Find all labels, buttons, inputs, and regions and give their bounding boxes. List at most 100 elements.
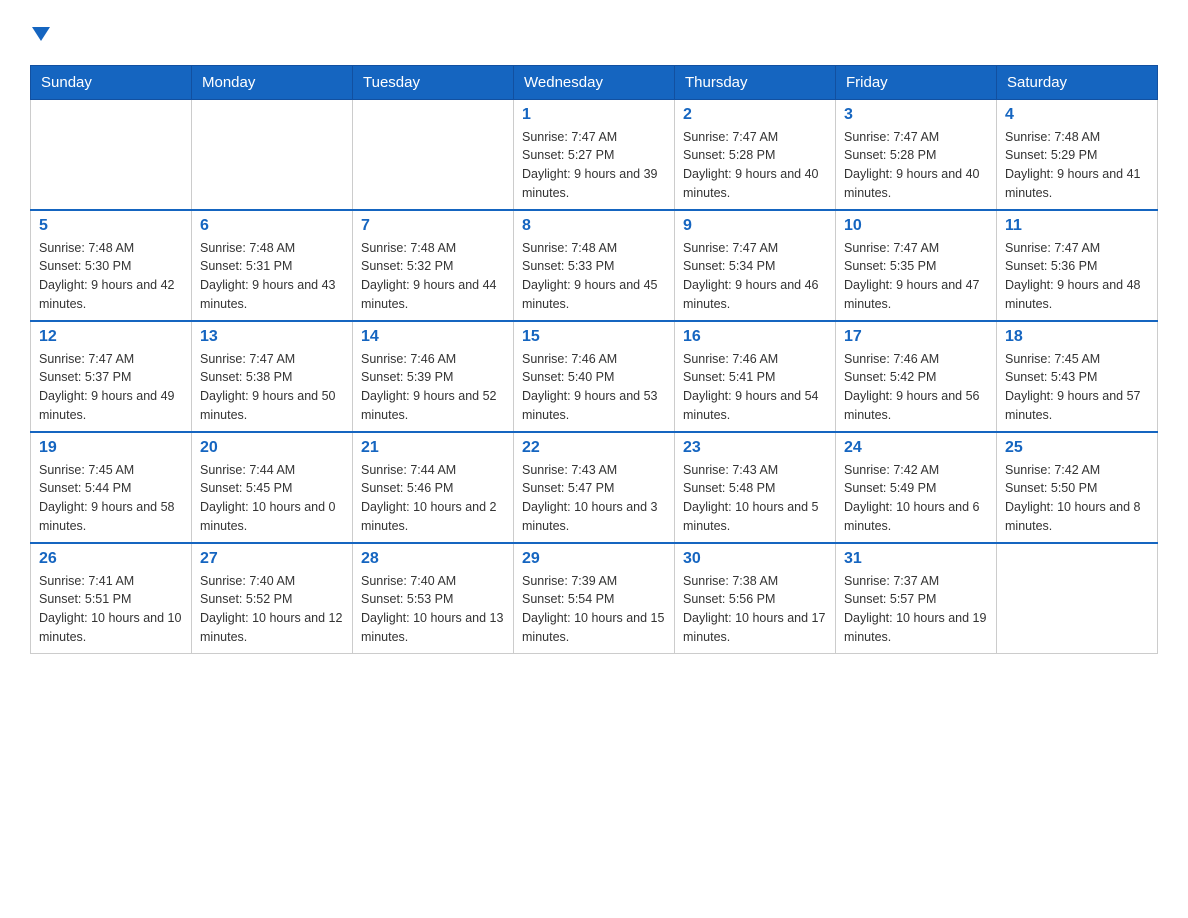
day-info: Sunrise: 7:38 AM Sunset: 5:56 PM Dayligh… bbox=[683, 572, 827, 647]
calendar-cell: 29 Sunrise: 7:39 AM Sunset: 5:54 PM Dayli… bbox=[514, 543, 675, 654]
day-info: Sunrise: 7:48 AM Sunset: 5:29 PM Dayligh… bbox=[1005, 128, 1149, 203]
day-number: 26 bbox=[39, 550, 183, 568]
calendar-cell: 7 Sunrise: 7:48 AM Sunset: 5:32 PM Daylig… bbox=[353, 210, 514, 321]
calendar-cell: 8Sunrise: 7:48 AM Sunset: 5:33 PM Daylig… bbox=[514, 210, 675, 321]
day-number: 19 bbox=[39, 439, 183, 457]
calendar-cell: 1 Sunrise: 7:47 AM Sunset: 5:27 PM Daylig… bbox=[514, 99, 675, 210]
calendar-cell: 24 Sunrise: 7:42 AM Sunset: 5:49 PM Dayli… bbox=[836, 432, 997, 543]
day-info: Sunrise: 7:47 AM Sunset: 5:34 PM Dayligh… bbox=[683, 239, 827, 314]
day-info: Sunrise: 7:41 AM Sunset: 5:51 PM Dayligh… bbox=[39, 572, 183, 647]
calendar-header-monday: Monday bbox=[192, 65, 353, 99]
day-number: 6 bbox=[200, 217, 344, 235]
day-info: Sunrise: 7:47 AM Sunset: 5:38 PM Dayligh… bbox=[200, 350, 344, 425]
calendar-cell: 15 Sunrise: 7:46 AM Sunset: 5:40 PM Dayli… bbox=[514, 321, 675, 432]
calendar-header-tuesday: Tuesday bbox=[353, 65, 514, 99]
day-number: 24 bbox=[844, 439, 988, 457]
calendar-cell bbox=[192, 99, 353, 210]
day-number: 17 bbox=[844, 328, 988, 346]
day-number: 13 bbox=[200, 328, 344, 346]
day-number: 29 bbox=[522, 550, 666, 568]
day-number: 27 bbox=[200, 550, 344, 568]
calendar-cell: 10 Sunrise: 7:47 AM Sunset: 5:35 PM Dayli… bbox=[836, 210, 997, 321]
calendar-cell: 16 Sunrise: 7:46 AM Sunset: 5:41 PM Dayli… bbox=[675, 321, 836, 432]
day-info: Sunrise: 7:39 AM Sunset: 5:54 PM Dayligh… bbox=[522, 572, 666, 647]
day-info: Sunrise: 7:47 AM Sunset: 5:37 PM Dayligh… bbox=[39, 350, 183, 425]
day-info: Sunrise: 7:44 AM Sunset: 5:46 PM Dayligh… bbox=[361, 461, 505, 536]
day-number: 11 bbox=[1005, 217, 1149, 235]
day-number: 15 bbox=[522, 328, 666, 346]
day-info: Sunrise: 7:40 AM Sunset: 5:53 PM Dayligh… bbox=[361, 572, 505, 647]
calendar-cell: 6 Sunrise: 7:48 AM Sunset: 5:31 PM Daylig… bbox=[192, 210, 353, 321]
calendar-cell: 27 Sunrise: 7:40 AM Sunset: 5:52 PM Dayli… bbox=[192, 543, 353, 654]
calendar-cell: 23 Sunrise: 7:43 AM Sunset: 5:48 PM Dayli… bbox=[675, 432, 836, 543]
calendar-cell: 4 Sunrise: 7:48 AM Sunset: 5:29 PM Daylig… bbox=[997, 99, 1158, 210]
day-number: 4 bbox=[1005, 106, 1149, 124]
day-info: Sunrise: 7:42 AM Sunset: 5:50 PM Dayligh… bbox=[1005, 461, 1149, 536]
day-number: 20 bbox=[200, 439, 344, 457]
day-number: 30 bbox=[683, 550, 827, 568]
calendar-cell: 22 Sunrise: 7:43 AM Sunset: 5:47 PM Dayli… bbox=[514, 432, 675, 543]
calendar-cell: 3 Sunrise: 7:47 AM Sunset: 5:28 PM Daylig… bbox=[836, 99, 997, 210]
day-number: 7 bbox=[361, 217, 505, 235]
day-info: Sunrise: 7:42 AM Sunset: 5:49 PM Dayligh… bbox=[844, 461, 988, 536]
logo bbox=[30, 20, 50, 49]
day-info: Sunrise: 7:47 AM Sunset: 5:36 PM Dayligh… bbox=[1005, 239, 1149, 314]
calendar-header-friday: Friday bbox=[836, 65, 997, 99]
calendar-cell: 12 Sunrise: 7:47 AM Sunset: 5:37 PM Dayli… bbox=[31, 321, 192, 432]
day-number: 10 bbox=[844, 217, 988, 235]
day-info: Sunrise: 7:45 AM Sunset: 5:44 PM Dayligh… bbox=[39, 461, 183, 536]
day-number: 21 bbox=[361, 439, 505, 457]
calendar-week-row: 5 Sunrise: 7:48 AM Sunset: 5:30 PM Daylig… bbox=[31, 210, 1158, 321]
day-info: Sunrise: 7:46 AM Sunset: 5:39 PM Dayligh… bbox=[361, 350, 505, 425]
calendar-cell bbox=[997, 543, 1158, 654]
calendar-cell: 9Sunrise: 7:47 AM Sunset: 5:34 PM Daylig… bbox=[675, 210, 836, 321]
calendar-cell: 28 Sunrise: 7:40 AM Sunset: 5:53 PM Dayli… bbox=[353, 543, 514, 654]
day-number: 28 bbox=[361, 550, 505, 568]
calendar-week-row: 1 Sunrise: 7:47 AM Sunset: 5:27 PM Daylig… bbox=[31, 99, 1158, 210]
day-number: 16 bbox=[683, 328, 827, 346]
day-info: Sunrise: 7:37 AM Sunset: 5:57 PM Dayligh… bbox=[844, 572, 988, 647]
calendar-cell: 20 Sunrise: 7:44 AM Sunset: 5:45 PM Dayli… bbox=[192, 432, 353, 543]
calendar-cell: 11 Sunrise: 7:47 AM Sunset: 5:36 PM Dayli… bbox=[997, 210, 1158, 321]
day-info: Sunrise: 7:47 AM Sunset: 5:27 PM Dayligh… bbox=[522, 128, 666, 203]
calendar-cell: 21 Sunrise: 7:44 AM Sunset: 5:46 PM Dayli… bbox=[353, 432, 514, 543]
day-number: 5 bbox=[39, 217, 183, 235]
day-number: 3 bbox=[844, 106, 988, 124]
calendar-cell: 13 Sunrise: 7:47 AM Sunset: 5:38 PM Dayli… bbox=[192, 321, 353, 432]
calendar-header-wednesday: Wednesday bbox=[514, 65, 675, 99]
calendar-cell: 26 Sunrise: 7:41 AM Sunset: 5:51 PM Dayli… bbox=[31, 543, 192, 654]
day-info: Sunrise: 7:44 AM Sunset: 5:45 PM Dayligh… bbox=[200, 461, 344, 536]
day-info: Sunrise: 7:48 AM Sunset: 5:30 PM Dayligh… bbox=[39, 239, 183, 314]
calendar-header-row: SundayMondayTuesdayWednesdayThursdayFrid… bbox=[31, 65, 1158, 99]
day-number: 31 bbox=[844, 550, 988, 568]
day-number: 1 bbox=[522, 106, 666, 124]
day-info: Sunrise: 7:40 AM Sunset: 5:52 PM Dayligh… bbox=[200, 572, 344, 647]
calendar-cell: 30 Sunrise: 7:38 AM Sunset: 5:56 PM Dayli… bbox=[675, 543, 836, 654]
day-info: Sunrise: 7:46 AM Sunset: 5:41 PM Dayligh… bbox=[683, 350, 827, 425]
day-number: 12 bbox=[39, 328, 183, 346]
calendar-week-row: 26 Sunrise: 7:41 AM Sunset: 5:51 PM Dayli… bbox=[31, 543, 1158, 654]
day-info: Sunrise: 7:47 AM Sunset: 5:35 PM Dayligh… bbox=[844, 239, 988, 314]
calendar-cell: 18Sunrise: 7:45 AM Sunset: 5:43 PM Dayli… bbox=[997, 321, 1158, 432]
day-number: 22 bbox=[522, 439, 666, 457]
logo-triangle-icon bbox=[32, 27, 50, 41]
day-number: 23 bbox=[683, 439, 827, 457]
calendar-header-saturday: Saturday bbox=[997, 65, 1158, 99]
day-info: Sunrise: 7:43 AM Sunset: 5:47 PM Dayligh… bbox=[522, 461, 666, 536]
day-number: 2 bbox=[683, 106, 827, 124]
calendar-cell: 19 Sunrise: 7:45 AM Sunset: 5:44 PM Dayli… bbox=[31, 432, 192, 543]
day-number: 8 bbox=[522, 217, 666, 235]
calendar-cell: 14 Sunrise: 7:46 AM Sunset: 5:39 PM Dayli… bbox=[353, 321, 514, 432]
day-info: Sunrise: 7:43 AM Sunset: 5:48 PM Dayligh… bbox=[683, 461, 827, 536]
calendar-week-row: 12 Sunrise: 7:47 AM Sunset: 5:37 PM Dayli… bbox=[31, 321, 1158, 432]
calendar-table: SundayMondayTuesdayWednesdayThursdayFrid… bbox=[30, 65, 1158, 654]
day-info: Sunrise: 7:47 AM Sunset: 5:28 PM Dayligh… bbox=[844, 128, 988, 203]
day-number: 14 bbox=[361, 328, 505, 346]
day-info: Sunrise: 7:48 AM Sunset: 5:32 PM Dayligh… bbox=[361, 239, 505, 314]
day-info: Sunrise: 7:48 AM Sunset: 5:31 PM Dayligh… bbox=[200, 239, 344, 314]
calendar-week-row: 19 Sunrise: 7:45 AM Sunset: 5:44 PM Dayli… bbox=[31, 432, 1158, 543]
calendar-header-sunday: Sunday bbox=[31, 65, 192, 99]
day-info: Sunrise: 7:46 AM Sunset: 5:40 PM Dayligh… bbox=[522, 350, 666, 425]
calendar-cell: 25Sunrise: 7:42 AM Sunset: 5:50 PM Dayli… bbox=[997, 432, 1158, 543]
day-info: Sunrise: 7:46 AM Sunset: 5:42 PM Dayligh… bbox=[844, 350, 988, 425]
